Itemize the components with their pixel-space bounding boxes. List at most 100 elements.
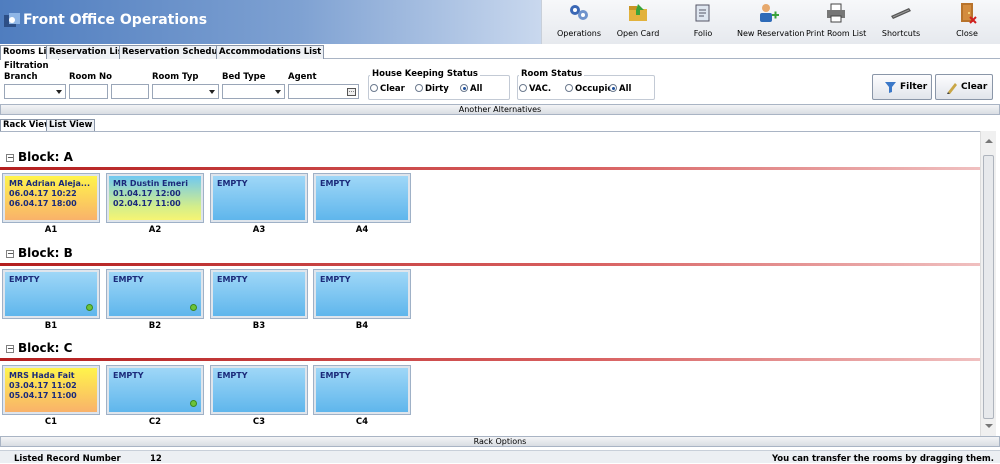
checkin-date: 01.04.17 12:00 [113, 189, 181, 198]
room-card-b4[interactable]: EMPTY [313, 269, 411, 319]
app-title: Front Office Operations [23, 12, 208, 28]
new-reservation-button[interactable]: New Reservation [737, 2, 805, 42]
clear-label: Clear [961, 82, 988, 92]
guest-name: MRS Hada Fait [9, 371, 75, 380]
agent-lookup[interactable]: ... [288, 84, 359, 99]
hk-clear-radio[interactable]: Clear [370, 84, 405, 94]
radio-selected-icon [609, 84, 617, 92]
hk-dirty-radio[interactable]: Dirty [415, 84, 449, 94]
radio-icon [519, 84, 527, 92]
bed-type-label: Bed Type [222, 72, 266, 82]
block-divider [0, 358, 980, 361]
collapse-icon[interactable]: − [6, 250, 14, 258]
scroll-up-icon[interactable] [985, 139, 993, 143]
housekeeping-status-title: House Keeping Status [370, 69, 480, 79]
main-tabs: Rooms List Reservation List Reservation … [0, 44, 1000, 60]
close-button[interactable]: Close [952, 2, 982, 42]
room-no-to-input[interactable] [111, 84, 149, 99]
rs-occupied-radio[interactable]: Occupie [565, 84, 613, 94]
room-number: A3 [252, 225, 266, 235]
room-card-c3[interactable]: EMPTY [210, 365, 308, 415]
collapse-icon[interactable]: − [6, 345, 14, 353]
chevron-down-icon [275, 90, 281, 94]
filter-button[interactable]: Filter [872, 74, 932, 100]
room-number: C4 [355, 417, 369, 427]
print-room-list-button[interactable]: Print Room List [806, 2, 866, 42]
operations-button[interactable]: Operations [549, 2, 609, 42]
rs-all-radio[interactable]: All [609, 84, 631, 94]
block-title: Block: B [18, 246, 73, 260]
room-card-text: MRS Hada Fait 03.04.17 11:02 05.04.17 11:0… [9, 371, 77, 401]
room-status-text: EMPTY [320, 179, 351, 188]
room-number: A4 [355, 225, 369, 235]
room-card-b2[interactable]: EMPTY [106, 269, 204, 319]
room-card-b3[interactable]: EMPTY [210, 269, 308, 319]
hk-clear-label: Clear [380, 84, 405, 94]
block-header-c[interactable]: − Block: C [6, 341, 72, 355]
rack-options-bar[interactable]: Rack Options [0, 436, 1000, 447]
folio-button[interactable]: Folio [688, 2, 718, 42]
clear-button[interactable]: Clear [935, 74, 993, 100]
radio-icon [415, 84, 423, 92]
another-alternatives-bar[interactable]: Another Alternatives [0, 104, 1000, 115]
room-card-c2[interactable]: EMPTY [106, 365, 204, 415]
room-card-a1[interactable]: MR Adrian Aleja... 06.04.17 10:22 06.04.17… [2, 173, 100, 223]
block-header-a[interactable]: − Block: A [6, 150, 73, 164]
block-title: Block: A [18, 150, 73, 164]
open-card-button[interactable]: Open Card [615, 2, 661, 42]
radio-icon [370, 84, 378, 92]
clean-status-icon [190, 400, 197, 407]
radio-icon [565, 84, 573, 92]
room-number: C1 [44, 417, 58, 427]
room-card-c1[interactable]: MRS Hada Fait 03.04.17 11:02 05.04.17 11:0… [2, 365, 100, 415]
block-header-b[interactable]: − Block: B [6, 246, 73, 260]
rs-occupied-label: Occupie [575, 84, 614, 94]
shortcuts-icon [891, 8, 911, 19]
branch-select[interactable] [4, 84, 66, 99]
open-card-icon [629, 4, 647, 21]
tab-accommodations-list[interactable]: Accommodations List [216, 45, 325, 59]
guest-name: MR Adrian Aleja... [9, 179, 91, 188]
tab-reservation-list[interactable]: Reservation List [46, 45, 130, 59]
branch-label: Branch [4, 72, 38, 82]
collapse-icon[interactable]: − [6, 154, 14, 162]
room-card-a2[interactable]: MR Dustin Emeri 01.04.17 12:00 02.04.17 11… [106, 173, 204, 223]
block-title: Block: C [18, 341, 73, 355]
room-status-text: EMPTY [217, 371, 248, 380]
room-status-title: Room Status [519, 69, 585, 79]
room-type-select[interactable] [152, 84, 219, 99]
rack-view-panel: − Block: A MR Adrian Aleja... 06.04.17 10:… [0, 131, 980, 436]
close-door-icon [961, 3, 977, 24]
filter-label: Filter [900, 82, 928, 92]
scroll-down-icon[interactable] [985, 424, 993, 428]
room-card-c4[interactable]: EMPTY [313, 365, 411, 415]
room-type-label: Room Typ [152, 72, 199, 82]
room-number: B4 [355, 321, 369, 331]
room-card-a3[interactable]: EMPTY [210, 173, 308, 223]
tab-reservation-schedule[interactable]: Reservation Schedule [119, 45, 230, 59]
close-label: Close [956, 29, 978, 38]
shortcuts-button[interactable]: Shortcuts [880, 2, 922, 42]
hk-all-label: All [470, 84, 483, 94]
guest-name: MR Dustin Emeri [113, 179, 188, 188]
new-reservation-label: New Reservation [737, 29, 805, 38]
rs-vac-radio[interactable]: VAC. [519, 84, 551, 94]
room-card-a4[interactable]: EMPTY [313, 173, 411, 223]
room-no-label: Room No [69, 72, 112, 82]
browse-icon[interactable]: ... [347, 88, 356, 96]
checkin-date: 03.04.17 11:02 [9, 381, 77, 390]
checkout-date: 05.04.17 11:00 [9, 391, 77, 400]
folio-icon [695, 4, 710, 22]
print-icon [827, 3, 845, 23]
title-bar: Front Office Operations [0, 0, 541, 44]
main-toolbar: Operations Open Card Folio New Reservati… [541, 0, 1000, 44]
hk-all-radio[interactable]: All [460, 84, 482, 94]
bed-type-select[interactable] [222, 84, 285, 99]
shortcuts-label: Shortcuts [881, 29, 921, 38]
checkout-date: 06.04.17 18:00 [9, 199, 77, 208]
room-card-b1[interactable]: EMPTY [2, 269, 100, 319]
room-no-from-input[interactable] [69, 84, 108, 99]
scroll-thumb[interactable] [983, 155, 994, 419]
room-status-text: EMPTY [320, 275, 351, 284]
vertical-scrollbar[interactable] [980, 131, 996, 436]
